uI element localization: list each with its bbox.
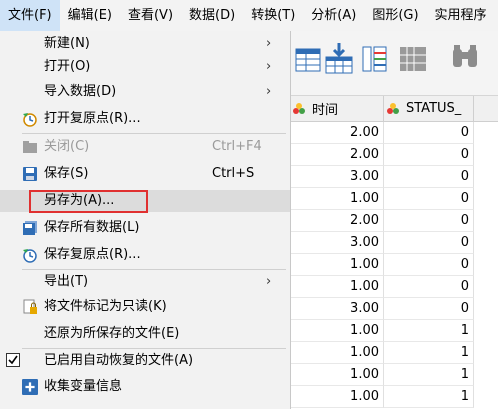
menu-separator (22, 348, 286, 349)
save-disk-icon (23, 167, 37, 181)
cell-time[interactable]: 1.00 (290, 320, 384, 342)
cell-status[interactable]: 0 (384, 122, 474, 144)
menu-item-import-data[interactable]: 导入数据(D) › (0, 81, 290, 103)
submenu-arrow-icon: › (266, 59, 272, 74)
menubar: 文件(F) 编辑(E) 查看(V) 数据(D) 转换(T) 分析(A) 图形(G… (0, 0, 498, 32)
cell-time[interactable]: 1.00 (290, 342, 384, 364)
cell-status[interactable]: 0 (384, 166, 474, 188)
menu-transform[interactable]: 转换(T) (243, 0, 303, 31)
shortcut-text: Ctrl+F4 (212, 139, 262, 154)
folder-icon (23, 141, 37, 153)
cell-time[interactable]: 1.00 (290, 188, 384, 210)
menu-file[interactable]: 文件(F) (0, 0, 60, 31)
add-square-icon (22, 379, 38, 395)
column-header-label: STATUS_ (406, 101, 462, 116)
menu-separator (22, 269, 286, 270)
menu-item-revert[interactable]: 还原为所保存的文件(E) (0, 323, 290, 345)
submenu-arrow-icon: › (266, 84, 272, 99)
menu-item-save-restore-point[interactable]: 保存复原点(R)... (0, 244, 290, 266)
menu-item-label: 收集变量信息 (44, 379, 123, 394)
cell-time[interactable]: 3.00 (290, 298, 384, 320)
cell-time[interactable]: 2.00 (290, 210, 384, 232)
menu-item-label: 打开复原点(R)... (44, 111, 141, 126)
lock-file-icon (23, 299, 37, 314)
cell-time[interactable]: 3.00 (290, 166, 384, 188)
toolbar (290, 31, 498, 96)
submenu-arrow-icon: › (266, 274, 272, 289)
menu-item-label: 保存(S) (44, 166, 89, 181)
checkbox-checked-icon (6, 353, 20, 367)
cell-status[interactable]: 0 (384, 276, 474, 298)
menu-item-label: 保存所有数据(L) (44, 220, 140, 235)
column-header-empty (474, 96, 498, 122)
shortcut-text: Ctrl+S (212, 166, 255, 181)
menu-view[interactable]: 查看(V) (120, 0, 181, 31)
cell-time[interactable]: 1.00 (290, 276, 384, 298)
find-icon[interactable] (450, 41, 480, 75)
cell-status[interactable]: 1 (384, 320, 474, 342)
highlight-annotation-box (29, 190, 148, 213)
column-header-label: 时间 (312, 103, 339, 118)
menu-item-label: 导入数据(D) (44, 84, 117, 99)
cell-status[interactable]: 0 (384, 188, 474, 210)
menu-item-label: 新建(N) (44, 36, 90, 51)
scale-variable-icon (387, 103, 399, 114)
cell-time[interactable]: 2.00 (290, 144, 384, 166)
column-header-status[interactable]: STATUS_ (384, 96, 474, 122)
menu-item-save-all-data[interactable]: 保存所有数据(L) (0, 217, 290, 239)
menu-item-collect-variable-info[interactable]: 收集变量信息 (0, 376, 290, 398)
menu-edit[interactable]: 编辑(E) (60, 0, 120, 31)
cell-status[interactable]: 1 (384, 342, 474, 364)
menu-item-label: 关闭(C) (44, 139, 90, 154)
cell-status[interactable]: 1 (384, 364, 474, 386)
cell-status[interactable]: 0 (384, 232, 474, 254)
cell-status[interactable]: 0 (384, 210, 474, 232)
menu-item-label: 导出(T) (44, 274, 89, 289)
cell-status[interactable]: 0 (384, 298, 474, 320)
cell-status[interactable]: 0 (384, 254, 474, 276)
menu-item-mark-readonly[interactable]: 将文件标记为只读(K) (0, 296, 290, 318)
cell-time[interactable]: 1.00 (290, 386, 384, 408)
split-file-icon[interactable] (398, 41, 428, 75)
menu-item-auto-recover[interactable]: 已启用自动恢复的文件(A) (0, 350, 290, 372)
menu-item-close[interactable]: 关闭(C) Ctrl+F4 (0, 136, 290, 158)
menu-graphs[interactable]: 图形(G) (364, 0, 426, 31)
menu-analyze[interactable]: 分析(A) (303, 0, 364, 31)
menu-item-label: 已启用自动恢复的文件(A) (44, 353, 194, 368)
cell-time[interactable]: 3.00 (290, 232, 384, 254)
menu-item-export[interactable]: 导出(T) › (0, 271, 290, 293)
menu-item-open[interactable]: 打开(O) › (0, 56, 290, 78)
menu-separator (22, 133, 286, 134)
cell-time[interactable]: 2.00 (290, 122, 384, 144)
menu-item-save[interactable]: 保存(S) Ctrl+S (0, 163, 290, 185)
cell-status[interactable]: 1 (384, 386, 474, 408)
menu-item-label: 打开(O) (44, 59, 91, 74)
scale-variable-icon (293, 103, 305, 114)
cell-status[interactable]: 0 (384, 144, 474, 166)
insert-variable-icon[interactable] (360, 41, 390, 75)
submenu-arrow-icon: › (266, 36, 272, 51)
menu-utilities[interactable]: 实用程序 (427, 0, 495, 31)
cell-time[interactable]: 1.00 (290, 254, 384, 276)
save-restore-point-icon (23, 249, 37, 263)
cell-time[interactable]: 1.00 (290, 364, 384, 386)
menu-item-open-restore-point[interactable]: 打开复原点(R)... (0, 108, 290, 130)
column-header-time[interactable]: 时间 (290, 96, 384, 122)
menu-item-label: 保存复原点(R)... (44, 247, 141, 262)
restore-point-icon (23, 113, 37, 127)
menu-data[interactable]: 数据(D) (181, 0, 243, 31)
insert-case-icon[interactable] (324, 41, 354, 75)
file-menu: 新建(N) › 打开(O) › 导入数据(D) › 打开复原点(R)... 关闭… (0, 31, 291, 409)
menu-item-label: 将文件标记为只读(K) (44, 299, 167, 314)
save-all-icon (23, 221, 37, 235)
menu-item-label: 还原为所保存的文件(E) (44, 326, 180, 341)
goto-case-icon[interactable] (294, 41, 324, 75)
menu-item-new[interactable]: 新建(N) › (0, 33, 290, 55)
